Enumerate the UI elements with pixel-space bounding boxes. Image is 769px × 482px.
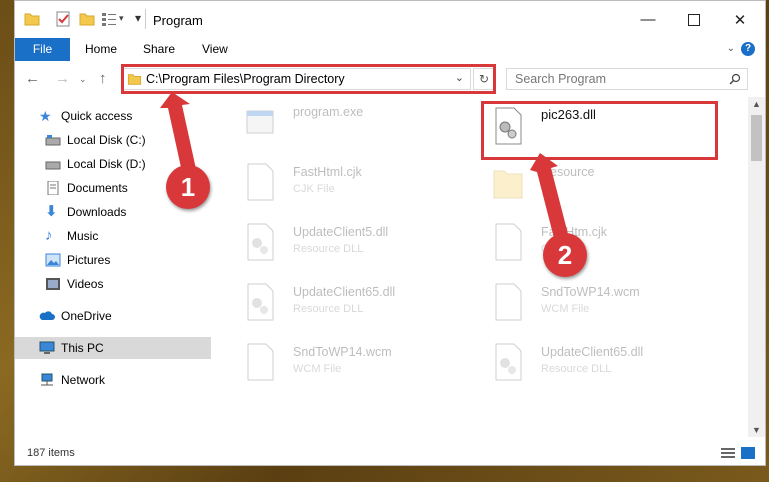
annotation-arrows xyxy=(160,92,568,238)
step-badge-1: 1 xyxy=(166,165,210,209)
arrow-1 xyxy=(160,92,196,172)
step-badge-2: 2 xyxy=(543,233,587,277)
arrow-2 xyxy=(530,153,568,238)
